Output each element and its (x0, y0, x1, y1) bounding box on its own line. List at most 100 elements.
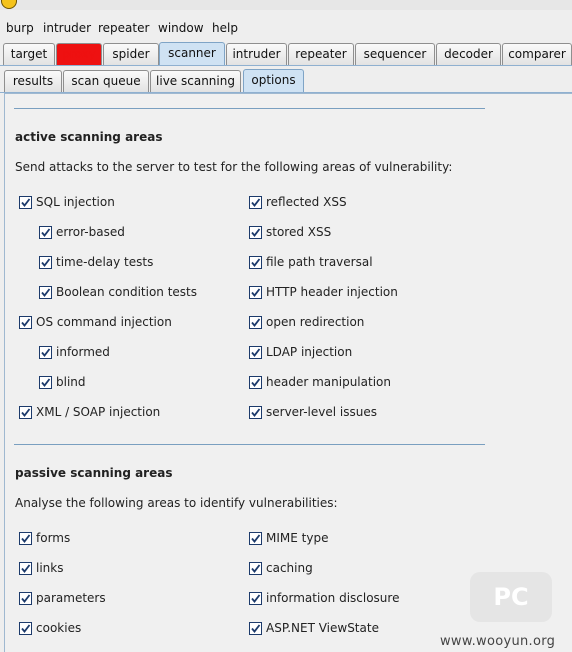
menu-help[interactable]: help (212, 21, 238, 35)
checkbox-label: LDAP injection (266, 345, 353, 359)
tab-sequencer[interactable]: sequencer (355, 43, 435, 65)
checkbox-label: stored XSS (266, 225, 332, 239)
checkbox-box[interactable] (249, 562, 262, 575)
tab-options[interactable]: options (243, 69, 304, 93)
check-mark-icon (41, 348, 51, 357)
tab-proxy[interactable]: proxy (56, 43, 102, 65)
menu-burp[interactable]: burp (6, 21, 34, 35)
menu-window[interactable]: window (158, 21, 204, 35)
checkbox-box[interactable] (39, 256, 52, 269)
check-mark-icon (251, 594, 261, 603)
check-mark-icon (21, 594, 31, 603)
tab-comparer[interactable]: comparer (502, 43, 572, 65)
tab-decoder[interactable]: decoder (436, 43, 501, 65)
passive-scanning-description: Analyse the following areas to identify … (15, 496, 338, 510)
checkbox-box[interactable] (249, 592, 262, 605)
checkbox-box[interactable] (19, 406, 32, 419)
check-mark-icon (41, 378, 51, 387)
check-mark-icon (251, 228, 261, 237)
tab-results[interactable]: results (4, 70, 62, 92)
checkbox-box[interactable] (19, 562, 32, 575)
title-bar (0, 0, 572, 10)
checkbox-box[interactable] (19, 622, 32, 635)
checkbox-label: parameters (36, 591, 106, 605)
checkbox-label: SQL injection (36, 195, 115, 209)
checkbox-label: ASP.NET ViewState (266, 621, 379, 635)
checkbox-box[interactable] (39, 346, 52, 359)
checkbox-label: header manipulation (266, 375, 391, 389)
checkbox-label: file path traversal (266, 255, 373, 269)
checkbox-box[interactable] (249, 196, 262, 209)
check-mark-icon (251, 534, 261, 543)
checkbox-label: Boolean condition tests (56, 285, 197, 299)
tab-intruder[interactable]: intruder (226, 43, 287, 65)
check-mark-icon (21, 564, 31, 573)
checkbox-box[interactable] (249, 226, 262, 239)
check-mark-icon (251, 378, 261, 387)
checkbox-label: error-based (56, 225, 125, 239)
tab-target[interactable]: target (3, 43, 55, 65)
check-mark-icon (251, 348, 261, 357)
check-mark-icon (251, 258, 261, 267)
checkbox-label: information disclosure (266, 591, 400, 605)
watermark-text: www.wooyun.org (440, 634, 556, 649)
check-mark-icon (21, 624, 31, 633)
checkbox-box[interactable] (249, 622, 262, 635)
watermark-logo: PC (470, 572, 552, 622)
separator-top (14, 108, 485, 109)
checkbox-box[interactable] (249, 406, 262, 419)
checkbox-label: time-delay tests (56, 255, 154, 269)
check-mark-icon (41, 228, 51, 237)
menu-repeater[interactable]: repeater (98, 21, 149, 35)
tab-repeater[interactable]: repeater (288, 43, 354, 65)
check-mark-icon (251, 408, 261, 417)
checkbox-label: XML / SOAP injection (36, 405, 161, 419)
tab-live-scanning[interactable]: live scanning (150, 70, 241, 92)
burp-app-icon (1, 0, 17, 9)
check-mark-icon (41, 288, 51, 297)
check-mark-icon (251, 288, 261, 297)
check-mark-icon (21, 318, 31, 327)
separator-middle (14, 444, 485, 445)
checkbox-box[interactable] (19, 316, 32, 329)
tab-scan-queue[interactable]: scan queue (63, 70, 149, 92)
checkbox-box[interactable] (249, 316, 262, 329)
check-mark-icon (251, 198, 261, 207)
passive-scanning-heading: passive scanning areas (15, 466, 173, 480)
check-mark-icon (251, 564, 261, 573)
checkbox-label: cookies (36, 621, 82, 635)
check-mark-icon (21, 198, 31, 207)
checkbox-label: MIME type (266, 531, 329, 545)
checkbox-box[interactable] (39, 286, 52, 299)
checkbox-box[interactable] (249, 286, 262, 299)
checkbox-box[interactable] (19, 196, 32, 209)
checkbox-box[interactable] (39, 226, 52, 239)
check-mark-icon (21, 408, 31, 417)
tab-spider[interactable]: spider (103, 43, 159, 65)
checkbox-label: open redirection (266, 315, 365, 329)
checkbox-box[interactable] (39, 376, 52, 389)
checkbox-label: HTTP header injection (266, 285, 398, 299)
checkbox-label: informed (56, 345, 110, 359)
menu-intruder[interactable]: intruder (43, 21, 91, 35)
checkbox-box[interactable] (19, 532, 32, 545)
checkbox-label: links (36, 561, 64, 575)
checkbox-box[interactable] (249, 532, 262, 545)
checkbox-label: forms (36, 531, 71, 545)
main-tab-divider (0, 65, 572, 66)
checkbox-box[interactable] (19, 592, 32, 605)
checkbox-box[interactable] (249, 346, 262, 359)
menu-bar: burp intruder repeater window help (0, 10, 572, 43)
checkbox-label: server-level issues (266, 405, 377, 419)
check-mark-icon (21, 534, 31, 543)
checkbox-label: reflected XSS (266, 195, 347, 209)
check-mark-icon (251, 624, 261, 633)
checkbox-box[interactable] (249, 256, 262, 269)
checkbox-label: caching (266, 561, 313, 575)
checkbox-box[interactable] (249, 376, 262, 389)
tab-scanner[interactable]: scanner (159, 42, 225, 66)
checkbox-label: blind (56, 375, 86, 389)
active-scanning-heading: active scanning areas (15, 130, 163, 144)
active-scanning-description: Send attacks to the server to test for t… (15, 160, 453, 174)
checkbox-label: OS command injection (36, 315, 172, 329)
